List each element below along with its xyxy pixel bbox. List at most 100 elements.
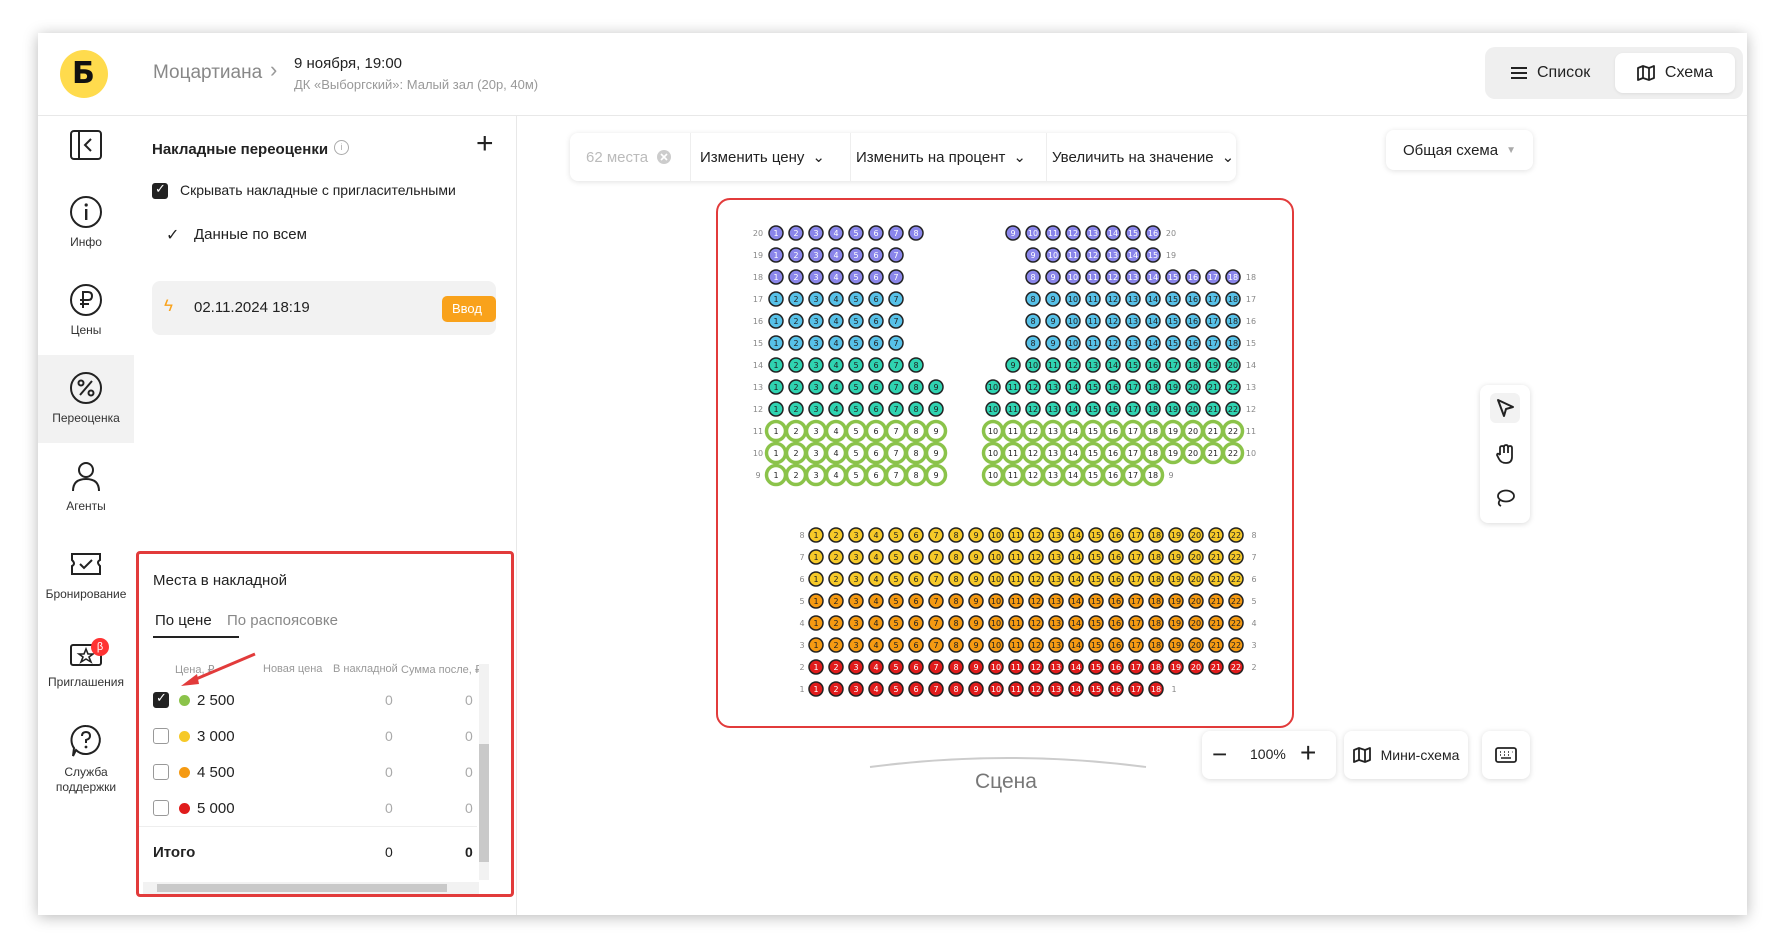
seat[interactable]: 18 [1148, 527, 1164, 543]
seat[interactable]: 19 [1168, 549, 1184, 565]
seat[interactable]: 6 [868, 401, 884, 417]
seat[interactable]: 10 [988, 571, 1004, 587]
seat[interactable]: 3 [808, 313, 824, 329]
seat[interactable]: 16 [1105, 401, 1121, 417]
seat[interactable]: 2 [788, 401, 804, 417]
seat[interactable]: 5 [848, 291, 864, 307]
seat[interactable]: 11 [1008, 593, 1024, 609]
seat[interactable]: 12 [1025, 379, 1041, 395]
seat[interactable]: 1 [808, 615, 824, 631]
seat[interactable]: 7 [888, 357, 904, 373]
seat[interactable]: 20 [1225, 357, 1241, 373]
seat[interactable]: 17 [1128, 681, 1144, 697]
seat[interactable]: 15 [1085, 401, 1101, 417]
seat[interactable]: 10 [988, 527, 1004, 543]
seat[interactable]: 7 [928, 549, 944, 565]
seat[interactable]: 9 [1045, 291, 1061, 307]
seat[interactable]: 21 [1205, 379, 1221, 395]
seat[interactable]: 8 [1025, 335, 1041, 351]
seat[interactable]: 7 [928, 659, 944, 675]
seat[interactable]: 13 [1125, 335, 1141, 351]
seat[interactable]: 15 [1165, 291, 1181, 307]
seat[interactable]: 6 [908, 593, 924, 609]
seat[interactable]: 20 [1188, 659, 1204, 675]
seat[interactable]: 3 [848, 681, 864, 697]
seat[interactable]: 2 [788, 357, 804, 373]
seat[interactable]: 8 [948, 549, 964, 565]
seat[interactable]: 4 [868, 549, 884, 565]
seat[interactable]: 12 [1025, 401, 1041, 417]
seat[interactable]: 8 [908, 379, 924, 395]
seat[interactable]: 17 [1121, 441, 1145, 465]
seat[interactable]: 10 [988, 615, 1004, 631]
seat[interactable]: 14 [1065, 379, 1081, 395]
seat[interactable]: 15 [1088, 527, 1104, 543]
seat[interactable]: 10 [1065, 291, 1081, 307]
seat[interactable]: 14 [1145, 269, 1161, 285]
seat[interactable]: 13 [1041, 419, 1065, 443]
seat[interactable]: 13 [1085, 357, 1101, 373]
seat[interactable]: 10 [985, 379, 1001, 395]
seat[interactable]: 22 [1228, 615, 1244, 631]
seat[interactable]: 5 [888, 659, 904, 675]
seat[interactable]: 10 [1025, 225, 1041, 241]
seat[interactable]: 6 [868, 291, 884, 307]
seat[interactable]: 9 [1045, 313, 1061, 329]
seat[interactable]: 15 [1165, 269, 1181, 285]
seat[interactable]: 8 [948, 615, 964, 631]
seat[interactable]: 7 [888, 291, 904, 307]
seat[interactable]: 7 [928, 615, 944, 631]
seat[interactable]: 5 [848, 225, 864, 241]
seat[interactable]: 4 [868, 593, 884, 609]
seat[interactable]: 11 [1005, 401, 1021, 417]
seat[interactable]: 10 [981, 441, 1005, 465]
seat[interactable]: 15 [1088, 637, 1104, 653]
seat[interactable]: 13 [1105, 247, 1121, 263]
seat[interactable]: 6 [864, 419, 888, 443]
seat[interactable]: 1 [764, 441, 788, 465]
seat[interactable]: 4 [824, 419, 848, 443]
seat[interactable]: 16 [1108, 527, 1124, 543]
seat[interactable]: 17 [1125, 401, 1141, 417]
seat[interactable]: 17 [1125, 379, 1141, 395]
seat[interactable]: 10 [1065, 313, 1081, 329]
seat[interactable]: 17 [1128, 659, 1144, 675]
seat[interactable]: 6 [864, 463, 888, 487]
seat[interactable]: 4 [868, 571, 884, 587]
seat[interactable]: 13 [1041, 441, 1065, 465]
seat[interactable]: 14 [1068, 527, 1084, 543]
seat[interactable]: 15 [1088, 549, 1104, 565]
seat[interactable]: 13 [1125, 269, 1141, 285]
seat[interactable]: 16 [1108, 549, 1124, 565]
seat[interactable]: 2 [784, 441, 808, 465]
seat[interactable]: 1 [808, 593, 824, 609]
seat[interactable]: 13 [1048, 593, 1064, 609]
hand-tool[interactable] [1490, 439, 1520, 469]
seat[interactable]: 6 [908, 637, 924, 653]
seat[interactable]: 13 [1045, 401, 1061, 417]
seat[interactable]: 2 [788, 379, 804, 395]
seat[interactable]: 16 [1108, 571, 1124, 587]
seat[interactable]: 12 [1105, 291, 1121, 307]
seat[interactable]: 13 [1048, 637, 1064, 653]
seat[interactable]: 20 [1185, 401, 1201, 417]
seat[interactable]: 2 [828, 637, 844, 653]
seat[interactable]: 1 [768, 269, 784, 285]
select-tool[interactable] [1490, 393, 1520, 423]
seat[interactable]: 1 [764, 463, 788, 487]
seat[interactable]: 6 [908, 549, 924, 565]
seat[interactable]: 17 [1121, 463, 1145, 487]
seat[interactable]: 5 [848, 313, 864, 329]
seat[interactable]: 21 [1208, 637, 1224, 653]
seat[interactable]: 9 [968, 637, 984, 653]
seat[interactable]: 3 [808, 401, 824, 417]
seat[interactable]: 13 [1048, 615, 1064, 631]
seat[interactable]: 14 [1105, 357, 1121, 373]
seat[interactable]: 7 [888, 313, 904, 329]
seat[interactable]: 4 [828, 269, 844, 285]
seat[interactable]: 7 [928, 681, 944, 697]
seat[interactable]: 9 [968, 549, 984, 565]
seat[interactable]: 16 [1185, 269, 1201, 285]
seat[interactable]: 5 [844, 463, 868, 487]
seat[interactable]: 10 [981, 419, 1005, 443]
